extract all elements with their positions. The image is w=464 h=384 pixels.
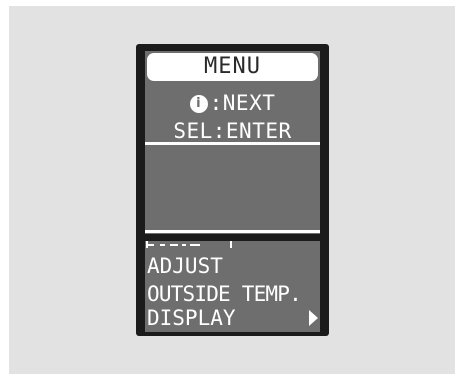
lcd-screen: MENU i :NEXT SEL:ENTER ADJUST OUTSIDE TE… bbox=[145, 51, 320, 332]
divider bbox=[145, 230, 320, 233]
next-hint: i :NEXT bbox=[145, 93, 320, 114]
menu-item-outside-temp[interactable]: OUTSIDE TEMP. bbox=[147, 284, 302, 305]
next-hint-label: :NEXT bbox=[209, 91, 276, 115]
scroll-indicator bbox=[145, 241, 320, 249]
separator-band bbox=[145, 234, 320, 241]
right-arrow-icon bbox=[309, 310, 318, 326]
info-button-icon: i bbox=[189, 94, 208, 113]
enter-hint: SEL:ENTER bbox=[173, 119, 292, 143]
divider bbox=[145, 142, 320, 145]
menu-item-display[interactable]: DISPLAY bbox=[147, 308, 236, 329]
menu-title-bar: MENU bbox=[147, 53, 318, 81]
menu-title: MENU bbox=[204, 54, 261, 79]
menu-item-adjust[interactable]: ADJUST bbox=[147, 256, 223, 277]
